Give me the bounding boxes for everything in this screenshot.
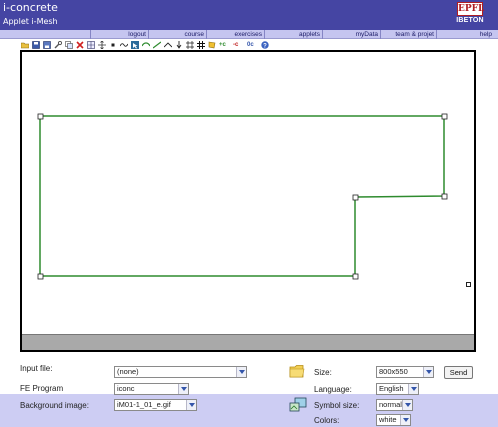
- shape-outline[interactable]: [39, 115, 445, 277]
- vertex-handle[interactable]: [352, 273, 359, 280]
- chevron-down-icon: [178, 384, 188, 394]
- vertex-handle[interactable]: [352, 194, 359, 201]
- folder-icon[interactable]: [289, 363, 305, 379]
- angle-icon[interactable]: [164, 41, 172, 49]
- nav-item-team-projet[interactable]: team & projet: [380, 30, 436, 39]
- copy-icon[interactable]: [65, 41, 73, 49]
- wrench-icon[interactable]: [54, 41, 62, 49]
- chevron-down-icon: [400, 415, 410, 425]
- chevron-down-icon: [423, 367, 433, 377]
- input-file-label: Input file:: [20, 364, 53, 373]
- arrow-down-icon[interactable]: [175, 41, 183, 49]
- nav-item-applets[interactable]: applets: [264, 30, 322, 39]
- background-image-select[interactable]: iM01-1_01_e.gif: [114, 399, 197, 411]
- nav-item-course[interactable]: course: [148, 30, 206, 39]
- symbol-size-select[interactable]: normal: [376, 399, 413, 411]
- colors-label: Colors:: [314, 416, 340, 425]
- logo-text: IBETON: [456, 17, 484, 24]
- symbol-size-label: Symbol size:: [314, 401, 360, 410]
- save-as-icon[interactable]: [43, 41, 51, 49]
- line-icon[interactable]: [153, 41, 161, 49]
- size-select[interactable]: 800x550: [376, 366, 434, 378]
- vertex-handle[interactable]: [441, 113, 448, 120]
- ibeton-logo[interactable]: EPFL IBETON: [449, 2, 491, 28]
- fe-program-label: FE Program: [20, 384, 64, 393]
- background-image-label: Background image:: [20, 401, 89, 410]
- mesh-canvas[interactable]: [20, 50, 476, 352]
- chevron-down-icon: [236, 367, 246, 377]
- point-icon[interactable]: [109, 41, 117, 49]
- language-label: Language:: [314, 385, 352, 394]
- size-label: Size:: [314, 368, 332, 377]
- size-value: 800x550: [379, 367, 408, 376]
- colors-select[interactable]: white: [376, 414, 411, 426]
- drawing-toolbar: +c -c 0c ?: [20, 40, 276, 50]
- vertex-handle[interactable]: [441, 193, 448, 200]
- send-button[interactable]: Send: [444, 366, 473, 379]
- symbol-size-value: normal: [379, 400, 402, 409]
- vertex-handle[interactable]: [37, 273, 44, 280]
- mesh-drawing[interactable]: [22, 52, 474, 350]
- epfl-logo-icon: EPFL: [457, 2, 485, 16]
- nav-bar: logout course exercises applets myData t…: [0, 30, 498, 39]
- spline-icon[interactable]: [142, 41, 150, 49]
- plus-c-icon[interactable]: +c: [219, 41, 231, 49]
- canvas-status-bar: [22, 334, 474, 350]
- app-header: i-concrete Applet i-Mesh EPFL IBETON: [0, 0, 498, 30]
- open-folder-icon[interactable]: [21, 41, 29, 49]
- vertex-handle[interactable]: [37, 113, 44, 120]
- fe-program-select[interactable]: iconc: [114, 383, 189, 395]
- fe-program-value: iconc: [117, 384, 135, 393]
- nav-item-exercises[interactable]: exercises: [206, 30, 264, 39]
- language-value: English: [379, 384, 404, 393]
- nav-item-help[interactable]: help: [436, 30, 494, 39]
- shape-icon[interactable]: [208, 41, 216, 49]
- move-icon[interactable]: [98, 41, 106, 49]
- app-subtitle: Applet i-Mesh: [3, 17, 58, 26]
- delete-icon[interactable]: [76, 41, 84, 49]
- zero-c-icon[interactable]: 0c: [247, 41, 259, 49]
- minus-c-icon[interactable]: -c: [233, 41, 245, 49]
- nav-item-mydata[interactable]: myData: [322, 30, 380, 39]
- chevron-down-icon: [186, 400, 196, 410]
- split-icon[interactable]: [186, 41, 194, 49]
- language-select[interactable]: English: [376, 383, 419, 395]
- curve-icon[interactable]: [120, 41, 128, 49]
- preview-image-icon[interactable]: [289, 397, 307, 413]
- chevron-down-icon: [402, 400, 412, 410]
- help-icon[interactable]: ?: [261, 41, 269, 49]
- grid-icon[interactable]: [87, 41, 95, 49]
- save-icon[interactable]: [32, 41, 40, 49]
- input-file-select[interactable]: (none): [114, 366, 247, 378]
- input-file-value: (none): [117, 367, 139, 376]
- form-lower-band: [0, 394, 498, 427]
- logo-glyph: EPFL: [458, 4, 485, 14]
- app-title: i-concrete: [3, 1, 58, 14]
- svg-text:?: ?: [263, 43, 267, 49]
- select-icon[interactable]: [131, 41, 139, 49]
- hash-icon[interactable]: [197, 41, 205, 49]
- background-image-value: iM01-1_01_e.gif: [117, 400, 171, 409]
- colors-value: white: [379, 415, 397, 424]
- resize-handle[interactable]: [466, 282, 471, 287]
- chevron-down-icon: [408, 384, 418, 394]
- nav-item-logout[interactable]: logout: [90, 30, 148, 39]
